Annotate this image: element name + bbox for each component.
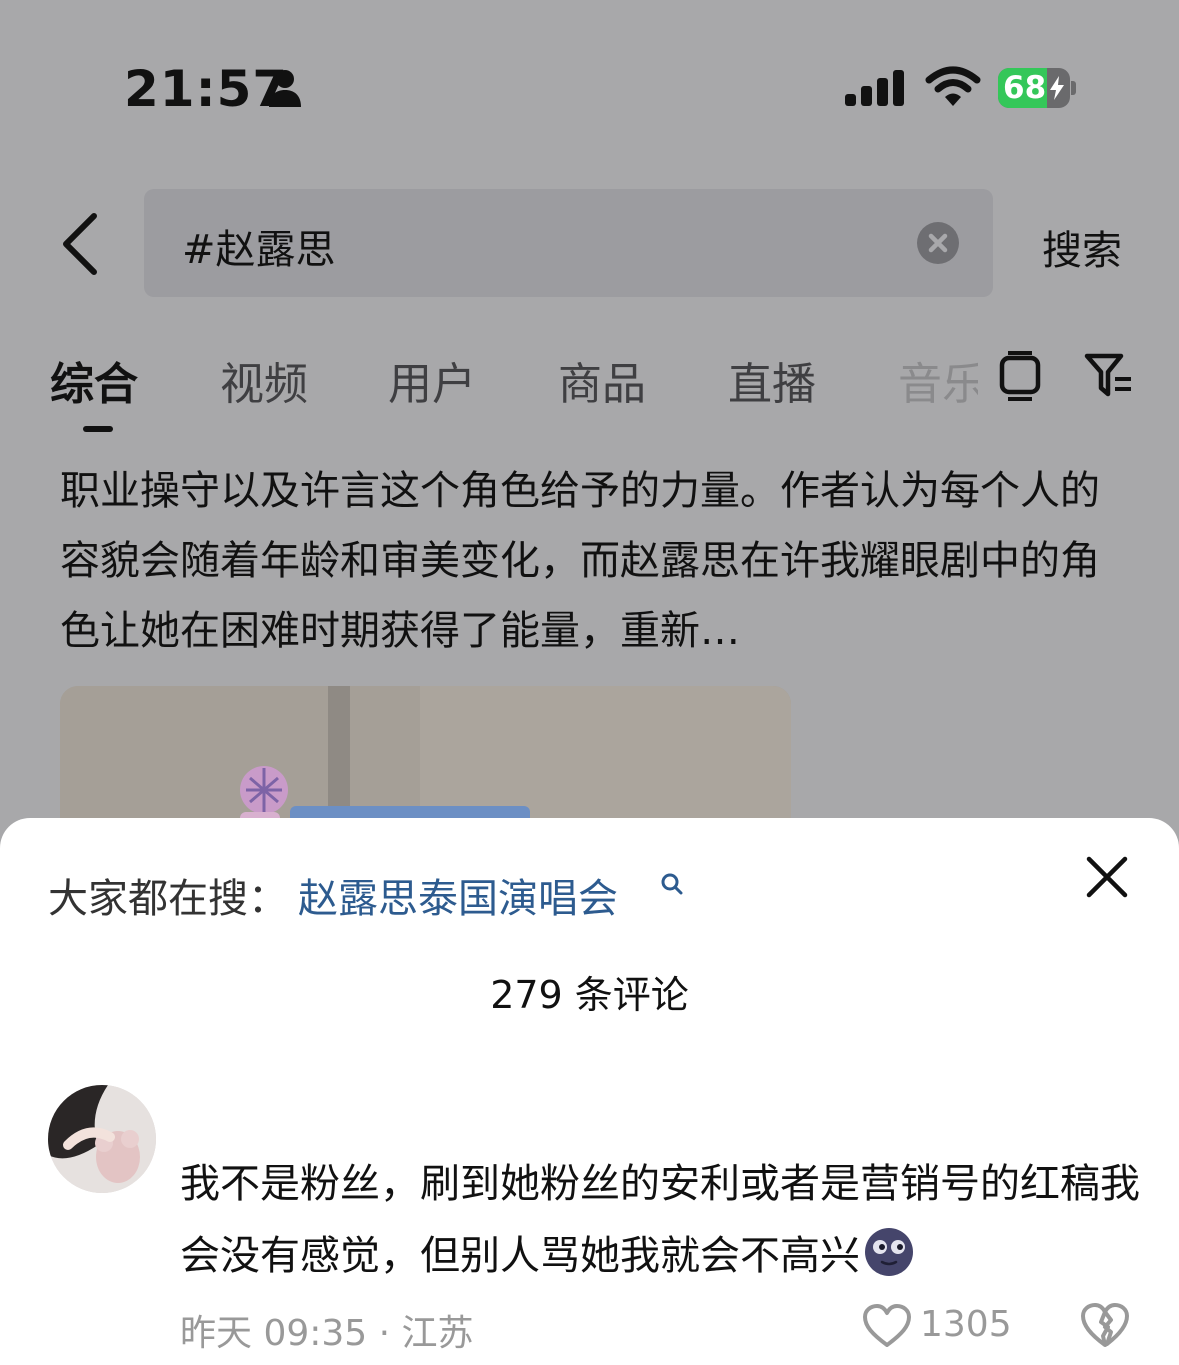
search-input[interactable]: #赵露思 (144, 189, 993, 297)
search-icon[interactable] (660, 872, 684, 896)
tab-live[interactable]: 直播 (728, 348, 816, 412)
comment-meta: 昨天 09:35 · 江苏 (180, 1313, 474, 1354)
battery-percent: 68 (1003, 70, 1047, 106)
active-tab-indicator (83, 426, 113, 432)
comment-body: 我不是粉丝，刷到她粉丝的安利或者是营销号的红稿我会没有感觉，但别人骂她我就会不高… (180, 1148, 1140, 1292)
heart-icon[interactable] (862, 1304, 912, 1348)
like-count: 1305 (920, 1304, 1012, 1345)
new-moon-face-icon (865, 1228, 913, 1276)
comment-sheet: 大家都在搜： 赵露思泰国演唱会 279 条评论 我不是粉丝，刷到她粉丝的安利或者… (0, 818, 1179, 1365)
person-icon (269, 70, 301, 107)
wifi-icon (925, 66, 981, 106)
search-result-article[interactable]: 职业操守以及许言这个角色给予的力量。作者认为每个人的容貌会随着年龄和审美变化，而… (0, 436, 1179, 866)
tab-products[interactable]: 商品 (558, 348, 646, 412)
battery-charging-icon (1050, 76, 1064, 100)
tab-general[interactable]: 综合 (50, 348, 138, 412)
battery-indicator: 68 (998, 68, 1076, 108)
signal-icon (845, 70, 904, 106)
search-query-text: #赵露思 (182, 227, 336, 273)
tab-users[interactable]: 用户 (388, 348, 476, 412)
avatar[interactable] (48, 1085, 156, 1193)
comment-text: 我不是粉丝，刷到她粉丝的安利或者是营销号的红稿我会没有感觉，但别人骂她我就会不高… (180, 1161, 1140, 1279)
comments-count: 279 条评论 (490, 973, 689, 1017)
broken-heart-icon[interactable] (1080, 1302, 1130, 1348)
trending-search-link[interactable]: 赵露思泰国演唱会 (298, 866, 618, 924)
filter-icon[interactable] (1084, 352, 1134, 398)
close-icon[interactable] (1086, 856, 1128, 898)
status-time: 21:57 (124, 60, 289, 118)
back-icon[interactable] (58, 212, 102, 276)
search-button[interactable]: 搜索 (1042, 218, 1122, 276)
clear-icon[interactable] (917, 222, 959, 264)
status-bar: 21:57 68 (0, 0, 1179, 180)
article-snippet: 职业操守以及许言这个角色给予的力量。作者认为每个人的容貌会随着年龄和审美变化，而… (60, 468, 1100, 654)
screen-icon[interactable] (998, 350, 1042, 402)
tab-music[interactable]: 音乐 (898, 348, 978, 412)
search-tabs: 综合 视频 用户 商品 直播 音乐 (0, 340, 1179, 440)
tab-video[interactable]: 视频 (220, 348, 308, 412)
trending-label: 大家都在搜： (48, 876, 288, 922)
